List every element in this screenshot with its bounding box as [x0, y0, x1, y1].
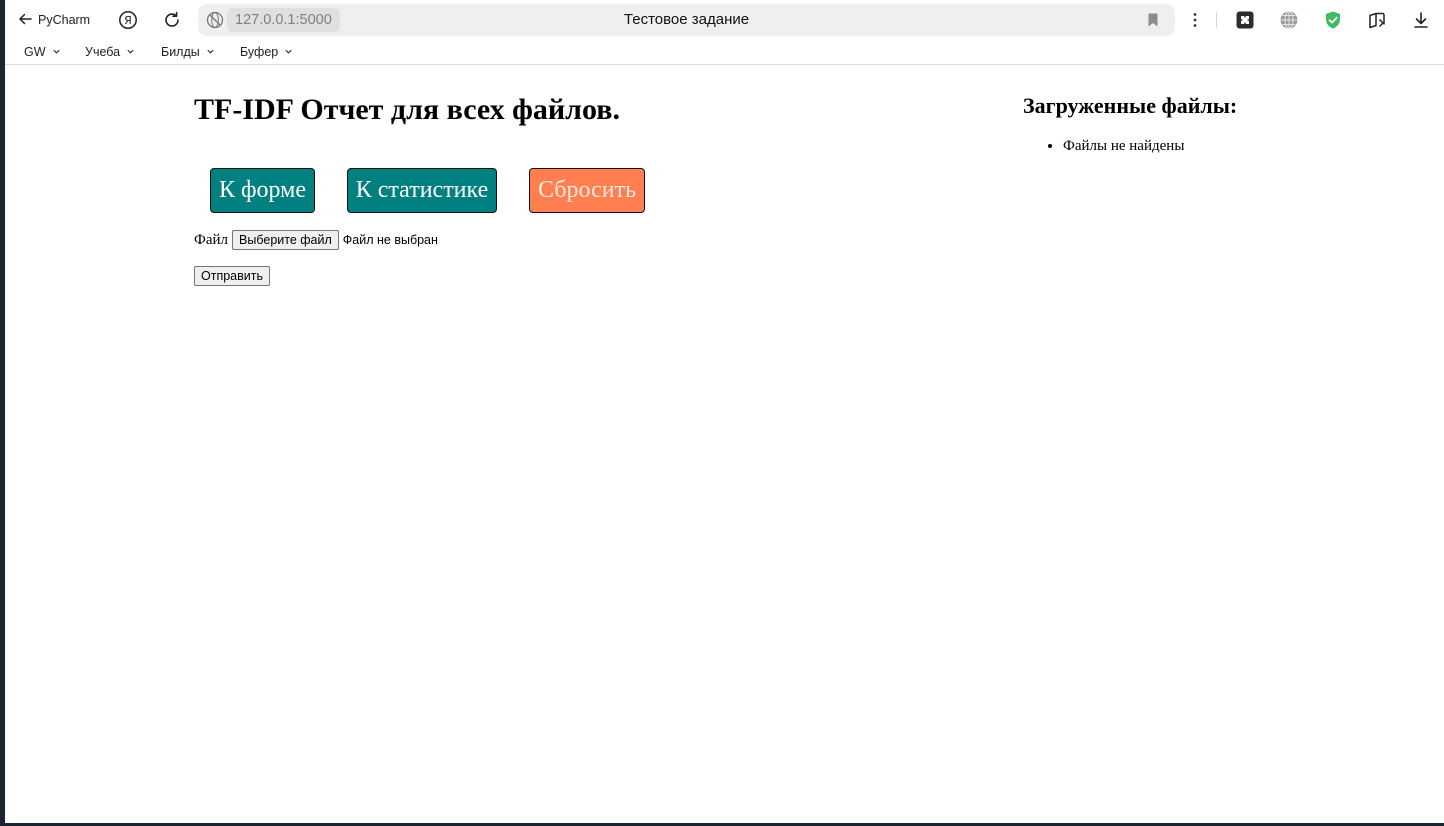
svg-text:Я: Я	[124, 14, 132, 27]
yandex-logo-icon[interactable]: Я	[116, 8, 140, 32]
bookmark-folder-bildy[interactable]: Билды	[161, 44, 215, 60]
choose-file-button[interactable]: Выберите файл	[232, 230, 339, 250]
bookmarks-bar: GW Учеба Билды Буфер	[5, 40, 1444, 65]
bookmark-folder-gw[interactable]: GW	[24, 44, 61, 60]
bookmark-folder-label: GW	[24, 45, 46, 59]
arrow-left-icon	[17, 11, 33, 30]
browser-toolbar: PyCharm Я 127.0.0.1:5000 Тестовое задани…	[5, 0, 1444, 40]
collections-icon[interactable]	[1365, 8, 1389, 32]
reset-button[interactable]: Сбросить	[529, 168, 645, 213]
chevron-down-icon	[52, 45, 61, 59]
browser-window: PyCharm Я 127.0.0.1:5000 Тестовое задани…	[5, 0, 1444, 823]
back-button-label: PyCharm	[38, 13, 91, 27]
page-title: TF-IDF Отчет для всех файлов.	[194, 93, 620, 126]
address-bar[interactable]: 127.0.0.1:5000 Тестовое задание	[198, 4, 1175, 36]
bookmark-icon[interactable]	[1145, 12, 1161, 28]
puzzle-extension-icon[interactable]	[1233, 8, 1257, 32]
toolbar-divider	[1216, 12, 1217, 28]
globe-icon[interactable]	[1277, 8, 1301, 32]
globe-icon[interactable]	[206, 11, 224, 29]
bookmark-folder-label: Буфер	[240, 45, 279, 59]
bookmark-folder-bufer[interactable]: Буфер	[240, 44, 293, 60]
chevron-down-icon	[126, 45, 135, 59]
to-form-button[interactable]: К форме	[210, 168, 315, 213]
uploaded-files-title: Загруженные файлы:	[1023, 93, 1238, 118]
file-status-text: Файл не выбран	[342, 233, 438, 247]
download-icon[interactable]	[1409, 8, 1433, 32]
chevron-down-icon	[206, 45, 215, 59]
file-label: Файл	[194, 231, 229, 248]
more-vertical-icon[interactable]	[1183, 8, 1207, 32]
uploaded-files-list: Файлы не найдены	[1023, 138, 1184, 155]
chevron-down-icon	[284, 45, 293, 59]
bookmark-folder-ucheba[interactable]: Учеба	[85, 44, 135, 60]
bookmark-folder-label: Учеба	[85, 45, 121, 59]
bookmark-folder-label: Билды	[161, 45, 200, 59]
address-url[interactable]: 127.0.0.1:5000	[227, 8, 340, 32]
reload-icon[interactable]	[160, 8, 184, 32]
back-button[interactable]: PyCharm	[17, 8, 90, 32]
shield-check-icon[interactable]	[1321, 8, 1345, 32]
page-content: TF-IDF Отчет для всех файлов. К форме К …	[5, 65, 1444, 823]
submit-button[interactable]: Отправить	[194, 266, 270, 286]
page-tab-title: Тестовое задание	[623, 11, 750, 28]
list-item: Файлы не найдены	[1063, 138, 1184, 155]
to-statistics-button[interactable]: К статистике	[347, 168, 497, 213]
file-upload-row: Файл Выберите файл Файл не выбран	[194, 230, 438, 250]
